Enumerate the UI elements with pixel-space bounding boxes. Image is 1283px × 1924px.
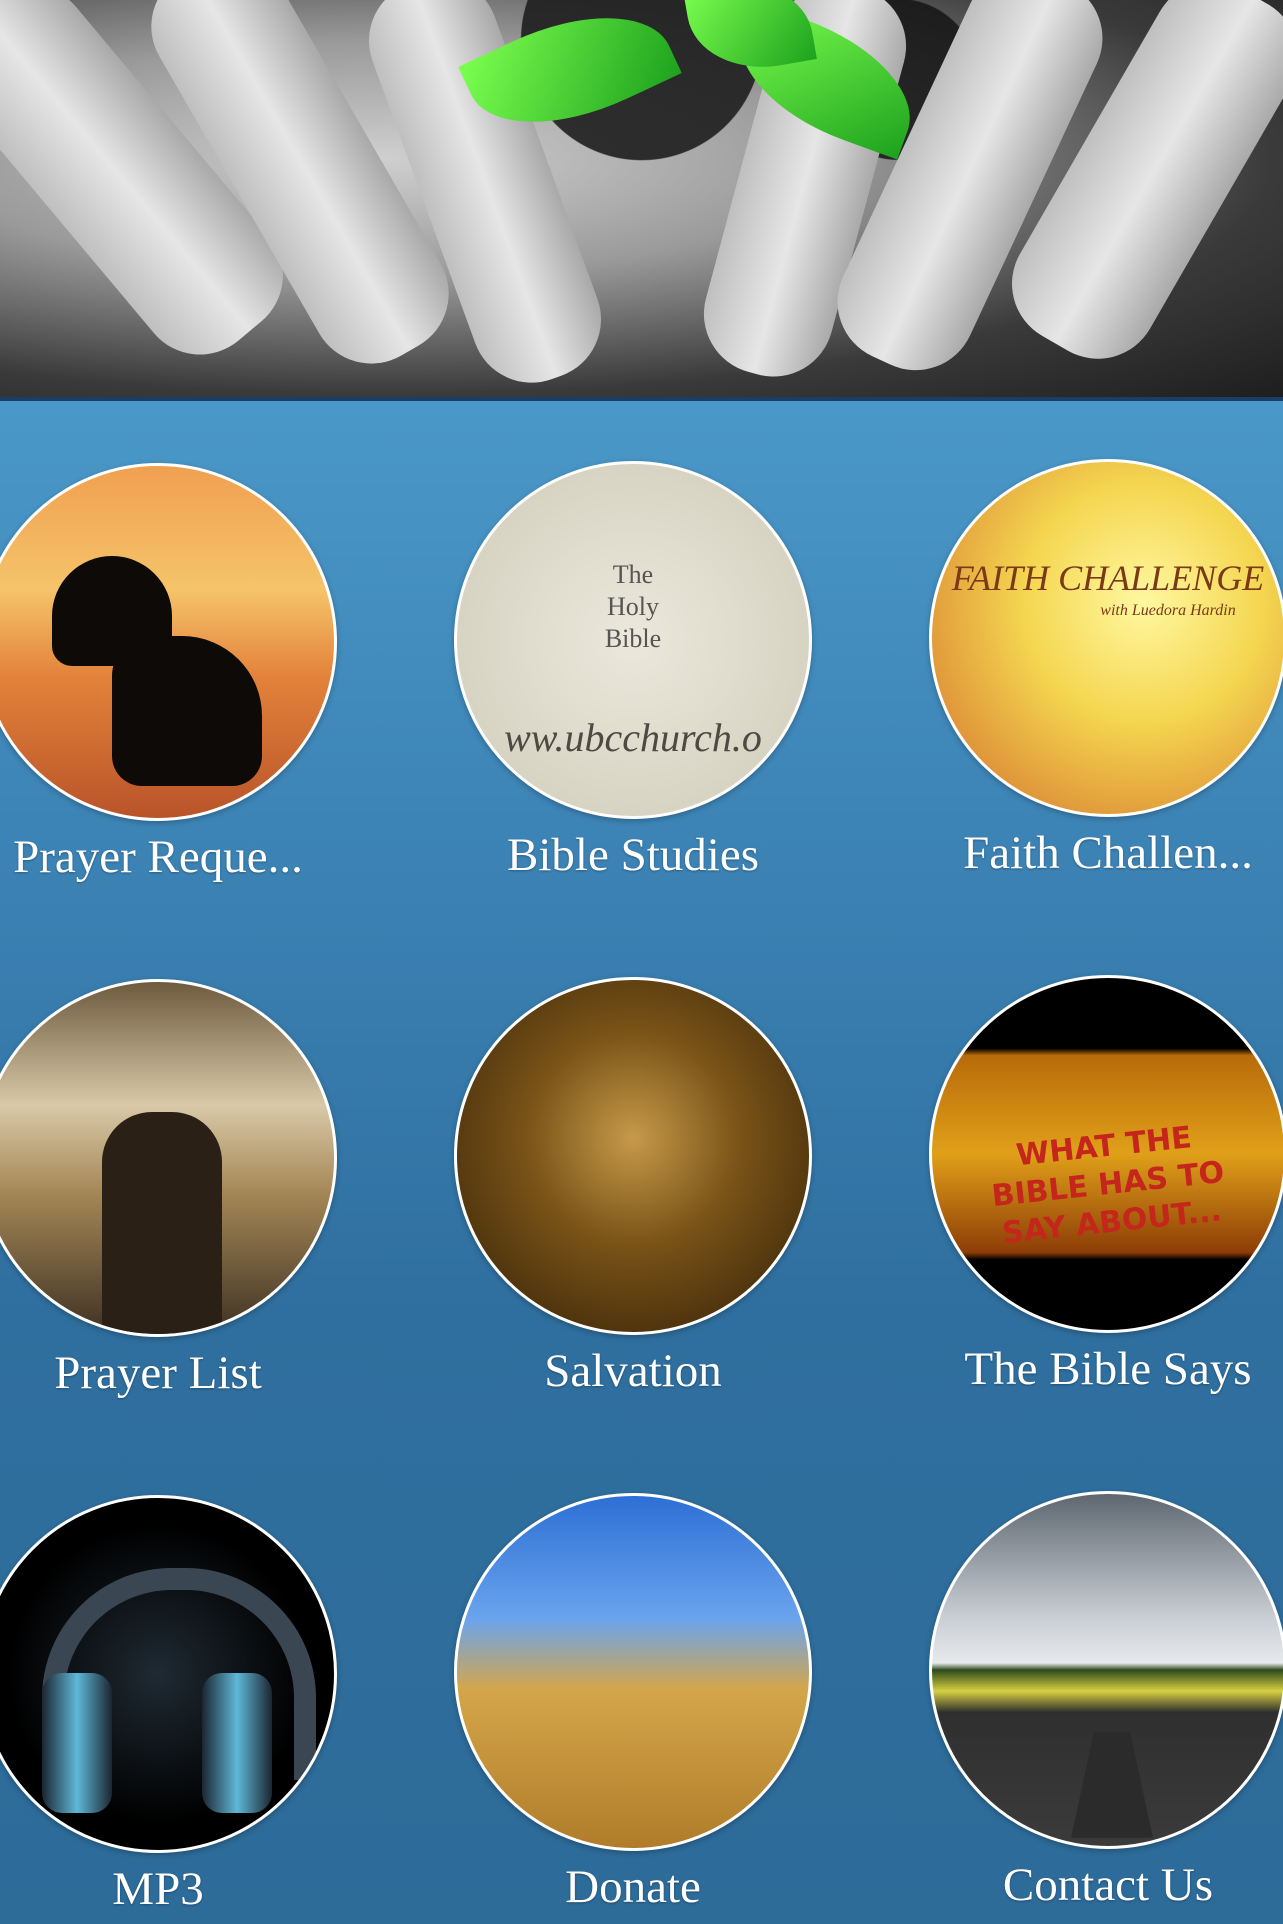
tile-label: Salvation bbox=[544, 1345, 722, 1397]
tile-label: Prayer Reque... bbox=[13, 831, 303, 883]
silhouette-shape bbox=[102, 1112, 222, 1334]
bible-says-banner-text: WHAT THE BIBLE HAS TO SAY ABOUT... bbox=[990, 1120, 1226, 1252]
water-pouring-icon bbox=[454, 977, 812, 1335]
tile-faith-challenge[interactable]: FAITH CHALLENGE with Luedora Hardin Fait… bbox=[928, 459, 1283, 881]
bible-emblem-url: ww.ubcchurch.o bbox=[504, 715, 762, 760]
tile-label: The Bible Says bbox=[964, 1343, 1252, 1395]
tile-salvation[interactable]: Salvation bbox=[453, 977, 813, 1399]
bible-emblem-title: The Holy Bible bbox=[604, 560, 662, 653]
header-banner-image bbox=[0, 0, 1283, 397]
faith-challenge-title: FAITH CHALLENGE bbox=[951, 558, 1265, 598]
menu-grid: Prayer Reque... The Holy Bible ww.ubcchu… bbox=[0, 401, 1283, 1924]
headphone-cup bbox=[42, 1673, 112, 1813]
silhouette-shape bbox=[112, 636, 262, 786]
headphones-icon bbox=[0, 1495, 337, 1853]
praying-man-icon bbox=[0, 463, 337, 821]
wheat-field-icon bbox=[454, 1493, 812, 1851]
tile-bible-studies[interactable]: The Holy Bible ww.ubcchurch.o Bible Stud… bbox=[453, 461, 813, 883]
tile-label: Contact Us bbox=[1002, 1859, 1214, 1911]
raised-hands-icon bbox=[0, 979, 337, 1337]
tile-donate[interactable]: Donate bbox=[453, 1493, 813, 1915]
tile-label: Prayer List bbox=[54, 1347, 262, 1399]
tile-prayer-list[interactable]: Prayer List bbox=[0, 979, 338, 1401]
holy-bible-icon: The Holy Bible ww.ubcchurch.o bbox=[454, 461, 812, 819]
tile-label: MP3 bbox=[112, 1863, 204, 1915]
open-road-icon bbox=[929, 1491, 1283, 1849]
bible-says-icon: WHAT THE BIBLE HAS TO SAY ABOUT... bbox=[929, 975, 1283, 1333]
tile-label: Bible Studies bbox=[507, 829, 759, 881]
tile-prayer-requests[interactable]: Prayer Reque... bbox=[0, 463, 338, 885]
tile-label: Donate bbox=[565, 1861, 701, 1913]
faith-challenge-subtitle: with Luedora Hardin bbox=[1100, 602, 1236, 619]
tile-mp3[interactable]: MP3 bbox=[0, 1495, 338, 1917]
road-shape bbox=[1071, 1731, 1153, 1838]
headphone-cup bbox=[202, 1673, 272, 1813]
tile-label: Faith Challen... bbox=[963, 827, 1253, 879]
tile-the-bible-says[interactable]: WHAT THE BIBLE HAS TO SAY ABOUT... The B… bbox=[928, 975, 1283, 1397]
faith-challenge-icon: FAITH CHALLENGE with Luedora Hardin bbox=[929, 459, 1283, 817]
tile-contact-us[interactable]: Contact Us bbox=[928, 1491, 1283, 1913]
